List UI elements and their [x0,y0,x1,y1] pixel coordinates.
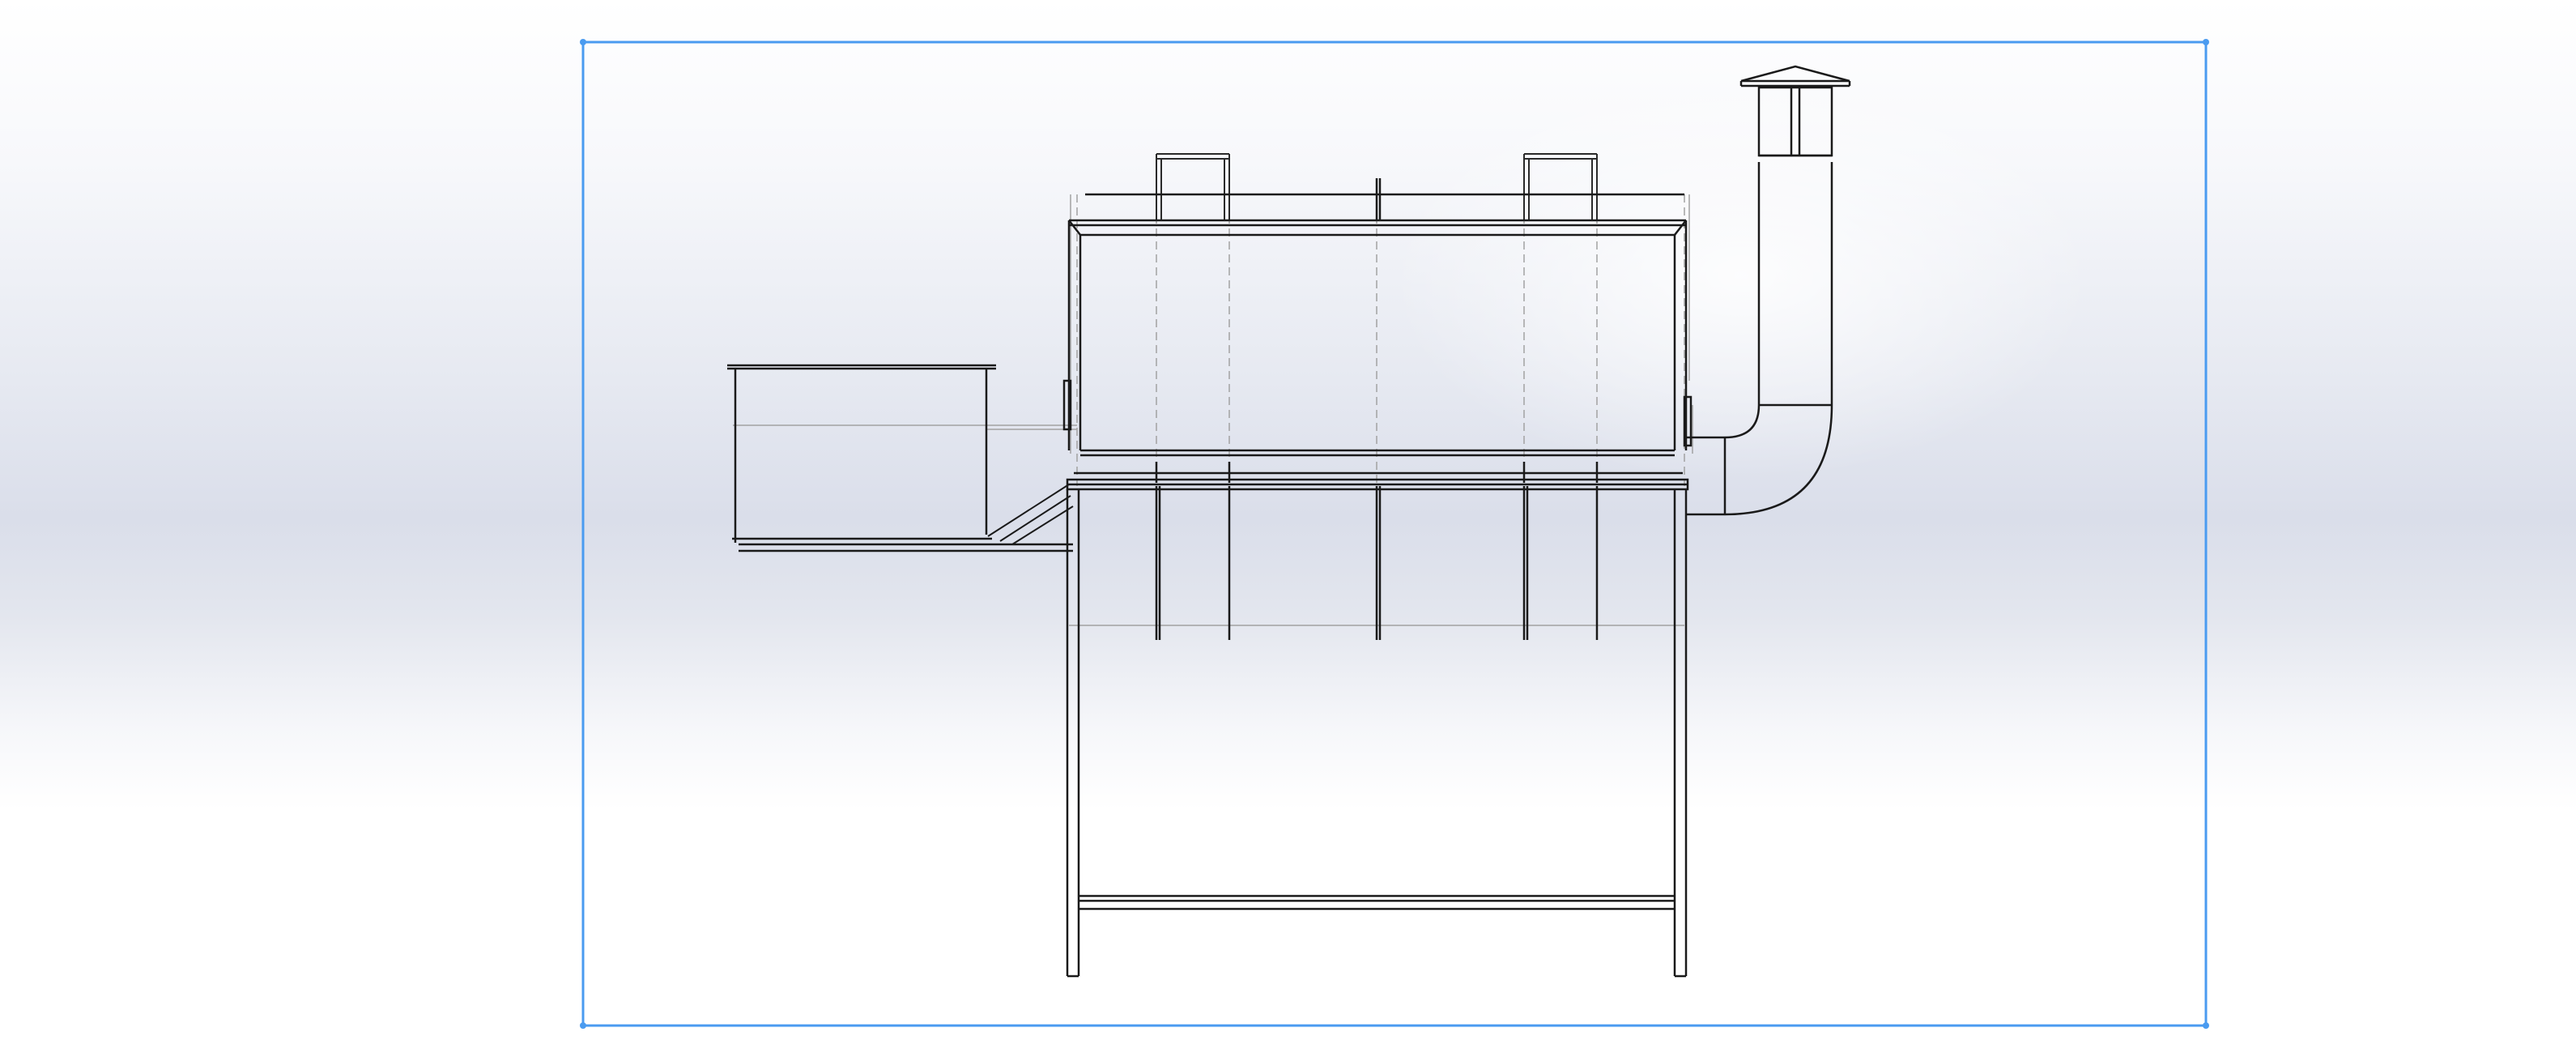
exhaust-chimney[interactable] [1757,86,1833,157]
lid-handle-right[interactable] [1523,153,1598,220]
model-drawing[interactable] [0,0,2576,1045]
selection-handle-bottom-right [2203,1022,2209,1029]
lid-handle-left[interactable] [1156,153,1230,220]
exhaust-elbow[interactable] [1686,162,1833,516]
hopper-support-brace[interactable] [987,484,1074,545]
hopper[interactable] [727,364,1073,552]
selection-handle-top-right [2203,39,2209,45]
graphics-viewport[interactable] [0,0,2576,1045]
frame-lower-rail[interactable] [1079,894,1675,911]
selection-handle-top-left [580,39,586,45]
chimney-cap[interactable] [1739,65,1851,87]
selection-box[interactable] [580,39,2209,1029]
selection-handle-bottom-left [580,1022,586,1029]
